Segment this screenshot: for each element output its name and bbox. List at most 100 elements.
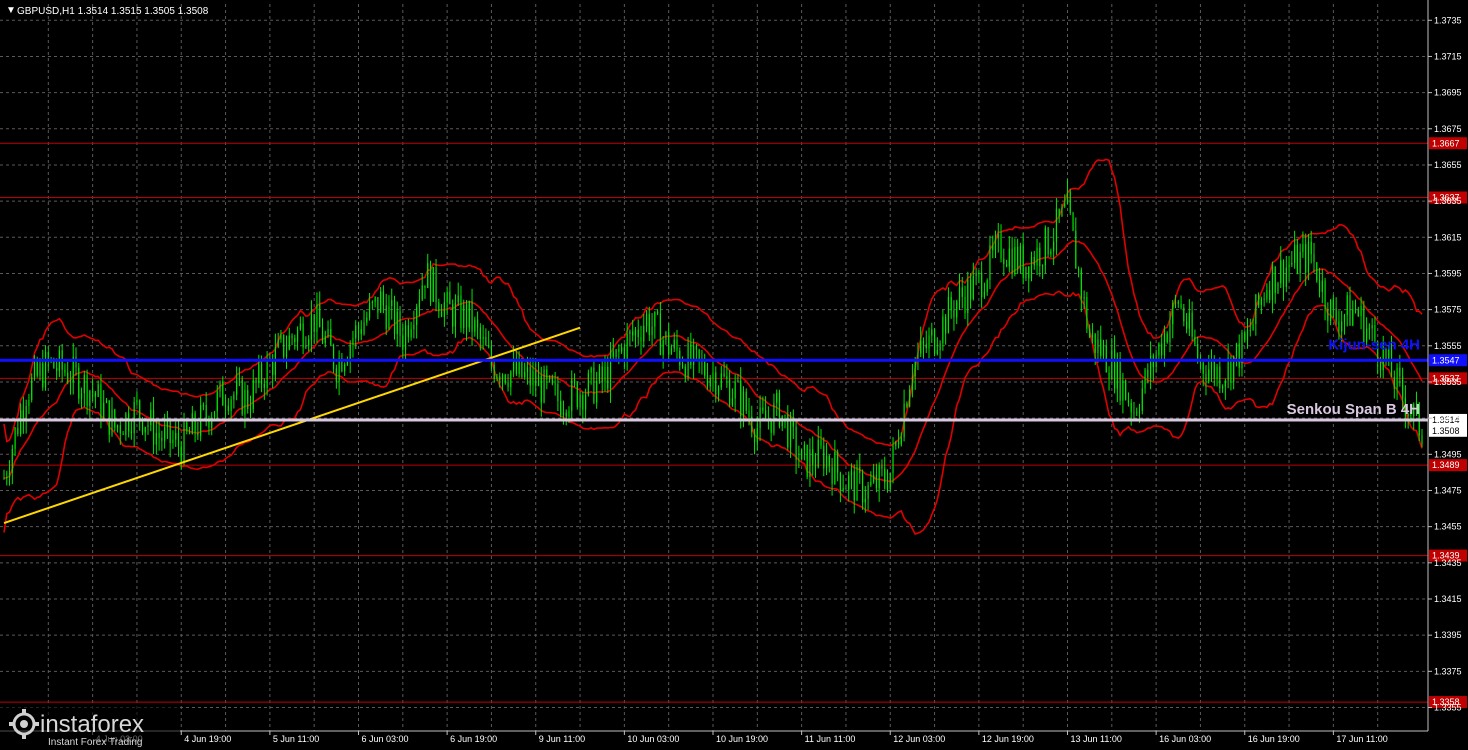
candle-body bbox=[1061, 206, 1063, 216]
candle-body bbox=[1064, 203, 1066, 207]
candle-body bbox=[388, 306, 390, 329]
candle-body bbox=[1327, 308, 1329, 321]
candle-body bbox=[266, 358, 268, 388]
candle-body bbox=[875, 475, 878, 489]
candle-body bbox=[493, 365, 495, 379]
candle-body bbox=[695, 345, 697, 350]
price-tick-label: 1.3655 bbox=[1434, 160, 1462, 170]
candle-body bbox=[382, 291, 385, 306]
candle-body bbox=[1094, 333, 1096, 354]
candle-body bbox=[981, 272, 983, 298]
candle-body bbox=[726, 376, 728, 380]
candle-body bbox=[1028, 266, 1030, 279]
candle-body bbox=[1050, 251, 1052, 255]
candle-body bbox=[546, 369, 548, 380]
candle-body bbox=[1277, 283, 1279, 294]
candle-body bbox=[604, 366, 606, 382]
candle-body bbox=[380, 291, 382, 313]
candle-body bbox=[130, 431, 132, 434]
candle-body bbox=[1080, 270, 1082, 299]
candle-body bbox=[1019, 245, 1022, 270]
candle-body bbox=[399, 311, 401, 336]
candle-body bbox=[1141, 388, 1143, 411]
candle-body bbox=[454, 302, 457, 327]
candle-body bbox=[244, 390, 246, 415]
candle-body bbox=[1296, 244, 1298, 274]
candle-body bbox=[1346, 295, 1348, 316]
candle-body bbox=[609, 351, 612, 389]
candle-body bbox=[36, 361, 38, 376]
candle-body bbox=[427, 263, 429, 289]
candle-body bbox=[1039, 247, 1041, 267]
candle-body bbox=[997, 233, 999, 239]
candle-body bbox=[116, 425, 119, 428]
candle-body bbox=[1044, 227, 1046, 266]
candle-body bbox=[47, 351, 49, 360]
candle-body bbox=[1313, 254, 1315, 263]
candle-body bbox=[310, 314, 313, 340]
candle-body bbox=[1202, 362, 1204, 374]
candle-body bbox=[1183, 307, 1185, 322]
candle-body bbox=[1158, 343, 1160, 356]
candle-body bbox=[906, 403, 908, 407]
candle-body bbox=[850, 471, 853, 476]
candle-body bbox=[1058, 208, 1060, 216]
price-chart[interactable]: 1.36671.36371.35371.34891.34391.3358 1.3… bbox=[0, 0, 1468, 750]
price-tick-label: 1.3475 bbox=[1434, 485, 1462, 495]
candle-body bbox=[352, 338, 354, 345]
candle-body bbox=[377, 297, 379, 313]
symbol-header-arrow-icon[interactable]: ▼ bbox=[6, 5, 16, 16]
candle-body bbox=[801, 449, 803, 460]
candle-body bbox=[770, 419, 772, 433]
candle-body bbox=[526, 367, 529, 372]
candle-body bbox=[186, 422, 188, 432]
logo-tooth bbox=[22, 709, 26, 715]
price-tick-label: 1.3455 bbox=[1434, 522, 1462, 532]
candle-body bbox=[327, 329, 329, 337]
candle-body bbox=[1205, 373, 1207, 382]
candle-body bbox=[479, 327, 481, 339]
candle-body bbox=[1249, 330, 1251, 332]
candle-body bbox=[679, 350, 681, 366]
candle-body bbox=[108, 400, 110, 435]
candle-body bbox=[986, 280, 988, 292]
candle-body bbox=[873, 475, 875, 482]
candle-body bbox=[1321, 280, 1323, 293]
candle-body bbox=[715, 372, 717, 395]
candle-body bbox=[1166, 333, 1168, 343]
candle-body bbox=[1197, 344, 1199, 359]
candle-body bbox=[249, 408, 252, 410]
candle-body bbox=[496, 376, 498, 379]
candle-body bbox=[1030, 256, 1033, 279]
candle-body bbox=[665, 332, 667, 341]
candle-body bbox=[1102, 345, 1105, 356]
candle-body bbox=[1291, 262, 1293, 265]
level-price-label: 1.3667 bbox=[1432, 138, 1460, 148]
candle-body bbox=[1338, 321, 1340, 332]
candle-body bbox=[1307, 241, 1310, 273]
candle-body bbox=[884, 468, 886, 483]
candle-body bbox=[983, 291, 986, 298]
candle-body bbox=[1177, 301, 1179, 304]
candle-body bbox=[1163, 333, 1166, 356]
price-tick-label: 1.3595 bbox=[1434, 268, 1462, 278]
candle-body bbox=[928, 335, 930, 349]
candle-body bbox=[197, 432, 199, 436]
candle-body bbox=[806, 444, 808, 477]
candle-body bbox=[842, 488, 844, 491]
candle-body bbox=[814, 464, 817, 468]
candle-body bbox=[537, 376, 540, 387]
price-tick-label: 1.3535 bbox=[1434, 377, 1462, 387]
price-tick-label: 1.3735 bbox=[1434, 15, 1462, 25]
candle-body bbox=[67, 372, 69, 383]
candle-body bbox=[989, 245, 991, 281]
candle-body bbox=[1161, 343, 1163, 356]
candle-body bbox=[992, 245, 994, 251]
candle-body bbox=[717, 387, 720, 395]
candle-body bbox=[1238, 343, 1240, 368]
candle-body bbox=[886, 482, 889, 490]
candle-body bbox=[227, 405, 229, 411]
candle-body bbox=[803, 444, 805, 450]
candle-body bbox=[499, 376, 501, 381]
candle-body bbox=[330, 329, 332, 346]
